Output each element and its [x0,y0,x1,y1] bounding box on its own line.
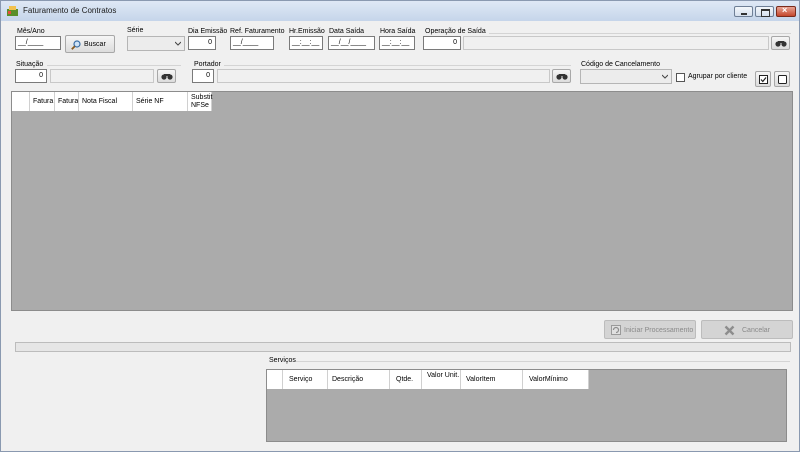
app-icon [7,6,18,16]
buscar-button[interactable]: Buscar [65,35,115,53]
uncheck-all-button[interactable] [774,71,790,87]
mes-ano-input[interactable]: __/____ [15,36,61,50]
situacao-description [50,69,154,83]
grid-col-substit-nfse[interactable]: Substit NFSe [188,92,212,111]
dia-emissao-input[interactable]: 0 [188,36,216,50]
cancelar-label: Cancelar [742,327,771,334]
grid-col-fatura-2[interactable]: Fatura [55,92,79,111]
minimize-button[interactable] [734,6,753,17]
dia-emissao-label: Dia Emissão [188,28,228,35]
agrupar-checkbox[interactable] [676,73,685,82]
window-title: Faturamento de Contratos [23,6,117,15]
codigo-cancelamento-label: Código de Cancelamento [581,61,660,68]
servicos-col-valorminimo[interactable]: ValorMínimo [523,370,589,389]
servicos-col-servico[interactable]: Serviço [283,370,328,389]
cancelar-button[interactable]: Cancelar [701,320,793,339]
portador-group-line [224,65,571,66]
data-saida-label: Data Saída [329,28,365,35]
servicos-grid[interactable]: Serviço Descrição Qtde. Valor Unit. Valo… [266,369,787,442]
agrupar-label: Agrupar por cliente [688,73,748,80]
portador-description [217,69,550,83]
search-icon [71,40,81,50]
chevron-down-icon [662,74,668,79]
portador-label: Portador [194,61,221,68]
refresh-icon [611,325,621,335]
hora-saida-input[interactable]: __:__:__ [379,36,415,50]
servicos-col-valoritem[interactable]: ValorItem [461,370,523,389]
grid-col-serie-nf[interactable]: Série NF [133,92,188,111]
situacao-code-input[interactable]: 0 [15,69,47,83]
operacao-group-line [489,33,791,34]
operacao-saida-description [463,36,769,50]
codigo-cancelamento-select[interactable] [580,69,672,84]
servicos-col-valor-unit[interactable]: Valor Unit. [422,370,461,389]
iniciar-processamento-button[interactable]: Iniciar Processamento [604,320,696,339]
servicos-col-qtde[interactable]: Qtde. [390,370,422,389]
hr-emissao-label: Hr.Emissão [289,28,325,35]
operacao-saida-code-input[interactable]: 0 [423,36,461,50]
servicos-row-selector-header [267,370,283,389]
situacao-label: Situação [16,61,44,68]
ref-faturamento-input[interactable]: __/____ [230,36,274,50]
progress-bar [15,342,791,352]
grid-row-selector-header [12,92,30,111]
close-button[interactable]: × [776,5,796,17]
check-all-icon [759,75,768,84]
binoculars-icon [556,74,568,80]
maximize-button[interactable] [755,6,774,17]
situacao-group-line [47,65,181,66]
situacao-lookup-button[interactable] [157,69,176,83]
iniciar-processamento-label: Iniciar Processamento [624,327,694,334]
hr-emissao-input[interactable]: __:__:__ [289,36,323,50]
servicos-col-descricao[interactable]: Descrição [328,370,390,389]
main-window: Faturamento de Contratos × Mês/Ano __/__… [0,0,800,452]
serie-label: Série [127,27,144,34]
mes-ano-label: Mês/Ano [17,28,45,35]
title-bar: Faturamento de Contratos × [1,1,799,21]
grid-col-fatura-1[interactable]: Fatura [30,92,55,111]
grid-col-nota-fiscal[interactable]: Nota Fiscal [79,92,133,111]
contracts-grid[interactable]: Fatura Fatura Nota Fiscal Série NF Subst… [11,91,793,311]
binoculars-icon [775,41,787,47]
x-icon [724,325,735,336]
operacao-lookup-button[interactable] [771,36,790,50]
portador-lookup-button[interactable] [552,69,571,83]
chevron-down-icon [175,41,181,46]
uncheck-all-icon [778,75,787,84]
ref-faturamento-label: Ref. Faturamento [230,28,285,35]
operacao-saida-label: Operação de Saída [425,28,486,35]
serie-select[interactable] [127,36,185,51]
data-saida-input[interactable]: __/__/____ [328,36,375,50]
hora-saida-label: Hora Saída [380,28,416,35]
binoculars-icon [161,74,173,80]
buscar-label: Buscar [84,41,106,48]
check-all-button[interactable] [755,71,771,87]
portador-code-input[interactable]: 0 [192,69,214,83]
servicos-title: Serviços [269,357,296,364]
servicos-group-line [296,361,790,362]
